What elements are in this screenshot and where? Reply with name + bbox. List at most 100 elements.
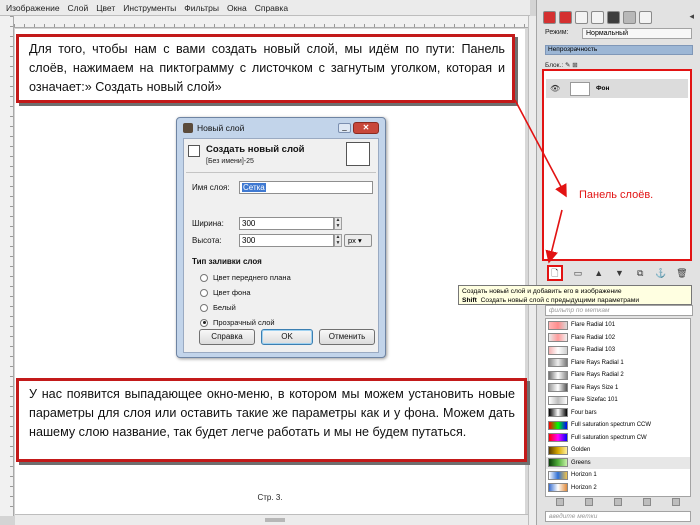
fill-option-white[interactable]: Белый — [200, 303, 236, 312]
tab-layers-icon[interactable] — [543, 10, 556, 24]
height-label: Высота: — [192, 236, 222, 245]
width-spinner[interactable]: ▲ ▼ — [334, 217, 342, 230]
refresh-gradients-icon[interactable] — [672, 498, 681, 506]
duplicate-gradient-icon[interactable] — [613, 498, 622, 506]
gradient-swatch — [548, 383, 568, 393]
fill-option-transparent[interactable]: Прозрачный слой — [200, 318, 275, 327]
layer-thumbnail — [570, 81, 590, 96]
new-layer-group-icon[interactable]: ▭ — [573, 268, 584, 279]
raise-layer-icon[interactable]: ▲ — [593, 268, 604, 279]
menu-layer[interactable]: Слой — [68, 3, 89, 13]
tab-paths-icon[interactable] — [575, 10, 588, 24]
ok-button[interactable]: OK — [261, 329, 313, 345]
dock-menu-icon[interactable]: ◂ — [689, 11, 694, 22]
dialog-body: Создать новый слой [Без имени]-25 Имя сл… — [183, 138, 379, 353]
tab-brushes-icon[interactable] — [607, 10, 620, 24]
anchor-layer-icon[interactable]: ⚓ — [655, 268, 666, 279]
callout-explanation: У нас появится выпадающее окно-меню, в к… — [16, 378, 527, 462]
new-layer-icon — [188, 145, 200, 157]
gradient-swatch — [548, 433, 568, 443]
menu-windows[interactable]: Окна — [227, 3, 247, 13]
gradient-item[interactable]: Horizon 2 — [546, 482, 690, 495]
page-number: Стр. 3. — [257, 493, 283, 502]
tag-filter-input[interactable]: фильтр по меткам — [545, 305, 693, 316]
gradient-item[interactable]: Full saturation spectrum CCW — [546, 419, 690, 432]
close-button[interactable]: ✕ — [353, 122, 379, 134]
menu-image[interactable]: Изображение — [6, 3, 60, 13]
gradient-item[interactable]: Flare Sizefac 101 — [546, 394, 690, 407]
opacity-slider[interactable]: Непрозрачность — [545, 45, 693, 55]
gradient-item[interactable]: Flare Rays Radial 2 — [546, 369, 690, 382]
edit-gradient-icon[interactable] — [555, 498, 564, 506]
tab-undo-icon[interactable] — [591, 10, 604, 24]
visibility-eye-icon[interactable]: 👁 — [550, 84, 564, 93]
gradient-item[interactable]: Flare Rays Radial 1 — [546, 357, 690, 370]
gradient-swatch — [548, 470, 568, 480]
menu-color[interactable]: Цвет — [96, 3, 115, 13]
dialog-header-subtitle: [Без имени]-25 — [206, 158, 254, 165]
gradient-name: Full saturation spectrum CW — [571, 434, 647, 441]
cancel-button[interactable]: Отменить — [319, 329, 375, 345]
gradient-item[interactable]: Golden — [546, 444, 690, 457]
help-button[interactable]: Справка — [199, 329, 255, 345]
dialog-window-title: Новый слой — [197, 123, 245, 133]
horizontal-scrollbar[interactable] — [15, 514, 528, 525]
radio-transparent[interactable] — [200, 318, 208, 327]
fill-type-title: Тип заливки слоя — [192, 257, 262, 266]
gradient-item[interactable]: Flare Radial 103 — [546, 344, 690, 357]
gradient-swatch — [548, 445, 568, 455]
new-gradient-icon[interactable] — [584, 498, 593, 506]
gradient-item[interactable]: Four bars — [546, 407, 690, 420]
gradient-name: Full saturation spectrum CCW — [571, 422, 652, 429]
height-spinner[interactable]: ▲ ▼ — [334, 234, 342, 247]
radio-background[interactable] — [200, 288, 208, 297]
menu-help[interactable]: Справка — [255, 3, 288, 13]
gradient-swatch — [548, 458, 568, 468]
delete-layer-icon[interactable]: 🗑 — [676, 268, 687, 279]
gradient-name: Flare Radial 103 — [571, 347, 616, 354]
delete-gradient-icon[interactable] — [643, 498, 652, 506]
height-input[interactable]: 300 — [239, 234, 334, 247]
tag-entry-input[interactable]: введите метки — [545, 511, 691, 522]
gradient-name: Golden — [571, 447, 591, 454]
gradient-item[interactable]: Greens — [546, 456, 690, 469]
fill-option-label: Цвет фона — [213, 288, 251, 297]
layer-name-input[interactable]: Сетка — [239, 181, 373, 194]
radio-foreground[interactable] — [200, 273, 208, 282]
gradient-swatch — [548, 333, 568, 343]
mode-dropdown[interactable]: Нормальный — [582, 28, 692, 39]
gradient-name: Flare Rays Radial 1 — [571, 359, 624, 366]
callout-instruction: Для того, чтобы нам с вами создать новый… — [16, 34, 515, 103]
new-layer-tooltip: Создать новый слой и добавить его в изоб… — [458, 285, 692, 305]
fill-option-label: Прозрачный слой — [213, 318, 275, 327]
dialog-header-title: Создать новый слой — [206, 144, 305, 155]
gradient-item[interactable]: Flare Radial 102 — [546, 332, 690, 345]
gradient-swatch — [548, 395, 568, 405]
gradient-item[interactable]: Flare Radial 101 — [546, 319, 690, 332]
lock-label: Блок.: ✎ ⊞ — [545, 62, 578, 69]
layer-row[interactable]: 👁 Фон — [546, 79, 688, 98]
tab-gradients-icon[interactable] — [639, 10, 652, 24]
tab-channels-icon[interactable] — [559, 10, 572, 24]
menu-filters[interactable]: Фильтры — [184, 3, 219, 13]
fill-option-background[interactable]: Цвет фона — [200, 288, 251, 297]
gradient-name: Greens — [571, 459, 591, 466]
scroll-thumb[interactable] — [265, 518, 285, 522]
right-dock: ◂ Режим: Нормальный Непрозрачность Блок.… — [536, 0, 700, 525]
width-input[interactable]: 300 — [239, 217, 334, 230]
tooltip-shift-text: Создать новый слой с предыдущими парамет… — [480, 297, 640, 304]
gradient-item[interactable]: Full saturation spectrum CW — [546, 432, 690, 445]
unit-dropdown[interactable]: px ▾ — [344, 234, 372, 247]
vertical-scrollbar[interactable] — [528, 16, 536, 525]
new-layer-button[interactable]: 🗋 — [546, 265, 563, 281]
fill-option-foreground[interactable]: Цвет переднего плана — [200, 273, 291, 282]
menu-tools[interactable]: Инструменты — [123, 3, 176, 13]
minimize-button[interactable]: _ — [338, 123, 351, 133]
gradient-item[interactable]: Flare Rays Size 1 — [546, 382, 690, 395]
duplicate-layer-icon[interactable]: ⧉ — [635, 268, 646, 279]
lower-layer-icon[interactable]: ▼ — [614, 268, 625, 279]
radio-white[interactable] — [200, 303, 208, 312]
gradient-item[interactable]: Horizon 1 — [546, 469, 690, 482]
layers-panel-annotation: Панель слоёв. — [579, 189, 654, 201]
tab-patterns-icon[interactable] — [623, 10, 636, 24]
